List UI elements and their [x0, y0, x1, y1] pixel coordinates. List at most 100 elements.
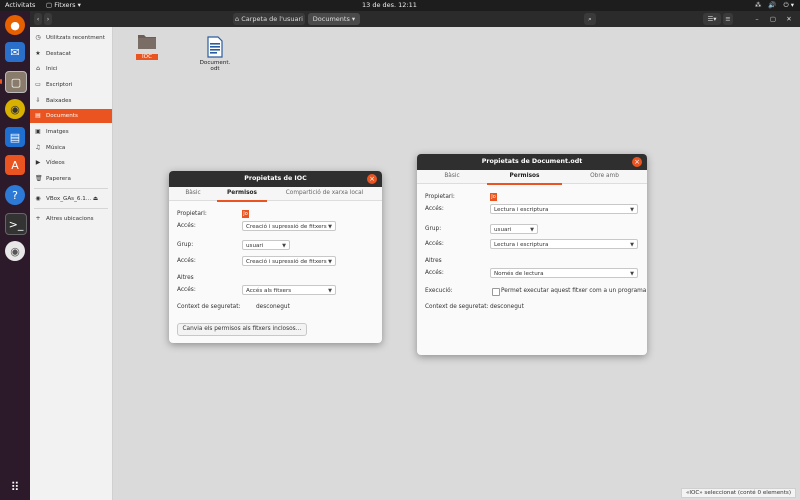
sidebar-item-starred[interactable]: ★ Destacat — [30, 47, 112, 61]
owner-access-value: Lectura i escriptura — [494, 207, 549, 213]
properties-dialog-ioc: Propietats de IOC × Bàsic Permisos Compa… — [169, 171, 382, 343]
document-icon — [207, 36, 223, 58]
software-icon[interactable]: A — [5, 155, 25, 175]
app-menu-label: Fitxers ▾ — [54, 1, 81, 9]
dialog-title: Propietats de IOC — [169, 171, 382, 187]
file-item-document[interactable]: Document. odt — [199, 30, 231, 78]
tab-network-sharing[interactable]: Compartició de xarxa local — [267, 187, 382, 200]
sidebar-item-trash[interactable]: 🗑 Paperera — [30, 172, 112, 186]
sidebar-item-desktop[interactable]: ▭ Escriptori — [30, 78, 112, 92]
help-icon[interactable]: ? — [5, 185, 25, 205]
clock[interactable]: 13 de des. 12:11 — [362, 0, 417, 11]
search-button[interactable]: ⌕ — [584, 13, 596, 25]
path-current-button[interactable]: Documents ▾ — [308, 13, 360, 25]
group-select[interactable]: usuari ▼ — [242, 240, 290, 250]
path-home-button[interactable]: ⌂ Carpeta de l'usuari — [233, 13, 305, 25]
writer-icon[interactable]: ▤ — [5, 127, 25, 147]
menu-button[interactable]: ≡ — [723, 13, 733, 25]
change-enclosed-permissions-button[interactable]: Canvia els permisos als fitxers inclosos… — [177, 323, 307, 336]
app-grid-icon[interactable]: ⠿ — [5, 477, 25, 497]
dropdown-arrow-icon: ▼ — [530, 227, 534, 233]
rhythmbox-icon[interactable]: ◉ — [5, 99, 25, 119]
others-access-label: Accés: — [425, 270, 444, 276]
others-access-value: Només de lectura — [494, 271, 544, 277]
sidebar-item-label: Imatges — [46, 129, 69, 135]
sidebar-item-label: Destacat — [46, 51, 71, 57]
files-icon[interactable]: ▢ — [5, 71, 27, 93]
group-label: Grup: — [177, 242, 194, 248]
minimize-button[interactable]: – — [752, 13, 762, 25]
others-label: Altres — [425, 258, 442, 264]
group-access-select[interactable]: Lectura i escriptura ▼ — [490, 239, 638, 249]
owner-label: Propietari: — [425, 194, 455, 200]
terminal-icon[interactable]: >_ — [5, 213, 27, 235]
view-toggle-button[interactable]: ☰▾ — [703, 13, 721, 25]
tab-permissions[interactable]: Permisos — [487, 170, 562, 185]
path-home-label: Carpeta de l'usuari — [241, 15, 303, 23]
maximize-button[interactable]: ▢ — [768, 13, 778, 25]
firefox-icon[interactable]: ● — [5, 15, 25, 35]
sidebar-item-label: Altres ubicacions — [46, 216, 94, 222]
owner-access-label: Accés: — [177, 223, 196, 229]
security-context-label: Context de seguretat: — [177, 304, 241, 310]
owner-value: Jo — [490, 193, 497, 201]
download-icon: ⇩ — [35, 97, 41, 104]
others-access-select[interactable]: Només de lectura ▼ — [490, 268, 638, 278]
sidebar-item-label: Paperera — [46, 176, 71, 182]
execute-checkbox[interactable] — [492, 288, 500, 296]
sidebar-item-label: Documents — [46, 113, 78, 119]
disc-icon: ◉ — [35, 195, 41, 202]
sidebar-item-label: Vídeos — [46, 160, 65, 166]
group-access-value: Lectura i escriptura — [494, 242, 549, 248]
owner-label: Propietari: — [177, 211, 207, 217]
sidebar-item-vbox-disc[interactable]: ◉ VBox_GAs_6.1... ⏏ — [30, 192, 112, 206]
trash-icon: 🗑 — [35, 175, 43, 182]
disc-icon[interactable]: ◉ — [5, 241, 25, 261]
sidebar-item-recent[interactable]: ◷ Utilitzats recentment — [30, 31, 112, 45]
desktop-icon: ▭ — [35, 81, 41, 88]
close-window-button[interactable]: ✕ — [784, 13, 794, 25]
execute-checkbox-label[interactable]: Permet executar aquest fitxer com a un p… — [501, 288, 646, 294]
tab-basic[interactable]: Bàsic — [417, 170, 487, 183]
app-menu[interactable]: ▢ Fitxers ▾ — [46, 0, 81, 11]
sidebar-item-documents[interactable]: ▤ Documents — [30, 109, 112, 123]
folder-icon — [138, 35, 156, 49]
forward-button[interactable]: › — [44, 13, 52, 25]
sidebar-item-videos[interactable]: ▶ Vídeos — [30, 156, 112, 170]
tab-basic[interactable]: Bàsic — [169, 187, 217, 200]
dropdown-arrow-icon: ▼ — [630, 242, 634, 248]
group-select[interactable]: usuari ▼ — [490, 224, 538, 234]
group-access-select[interactable]: Creació i supressió de fitxers ▼ — [242, 256, 336, 266]
owner-access-select[interactable]: Lectura i escriptura ▼ — [490, 204, 638, 214]
dropdown-arrow-icon: ▼ — [630, 271, 634, 277]
file-name: Document. odt — [199, 60, 231, 72]
close-dialog-button[interactable]: × — [367, 174, 377, 184]
group-label: Grup: — [425, 226, 442, 232]
sidebar-item-music[interactable]: ♫ Música — [30, 141, 112, 155]
thunderbird-icon[interactable]: ✉ — [5, 42, 25, 62]
star-icon: ★ — [35, 50, 41, 57]
dialog-title: Propietats de Document.odt — [417, 154, 647, 170]
file-item-ioc[interactable]: IOC — [136, 31, 158, 60]
activities-button[interactable]: Activitats — [5, 0, 35, 11]
owner-value: Jo — [242, 210, 249, 218]
group-access-value: Creació i supressió de fitxers — [246, 259, 327, 265]
sidebar-item-other-locations[interactable]: + Altres ubicacions — [30, 212, 112, 226]
tab-open-with[interactable]: Obre amb — [562, 170, 647, 183]
system-tray[interactable]: ⁂ 🔊 ⏻ ▾ — [755, 0, 794, 11]
dropdown-arrow-icon: ▼ — [282, 243, 286, 249]
images-icon: ▣ — [35, 128, 41, 135]
sidebar-item-home[interactable]: ⌂ Inici — [30, 62, 112, 76]
tab-permissions[interactable]: Permisos — [217, 187, 267, 202]
owner-access-select[interactable]: Creació i supressió de fitxers ▼ — [242, 221, 336, 231]
others-access-select[interactable]: Accés als fitxers ▼ — [242, 285, 336, 295]
owner-access-label: Accés: — [425, 206, 444, 212]
sidebar-item-images[interactable]: ▣ Imatges — [30, 125, 112, 139]
group-value: usuari — [246, 243, 264, 249]
sidebar-item-label: Baixades — [46, 98, 72, 104]
sidebar-item-label: Música — [46, 145, 66, 151]
back-button[interactable]: ‹ — [34, 13, 42, 25]
close-dialog-button[interactable]: × — [632, 157, 642, 167]
sidebar-item-downloads[interactable]: ⇩ Baixades — [30, 94, 112, 108]
owner-access-value: Creació i supressió de fitxers — [246, 224, 327, 230]
